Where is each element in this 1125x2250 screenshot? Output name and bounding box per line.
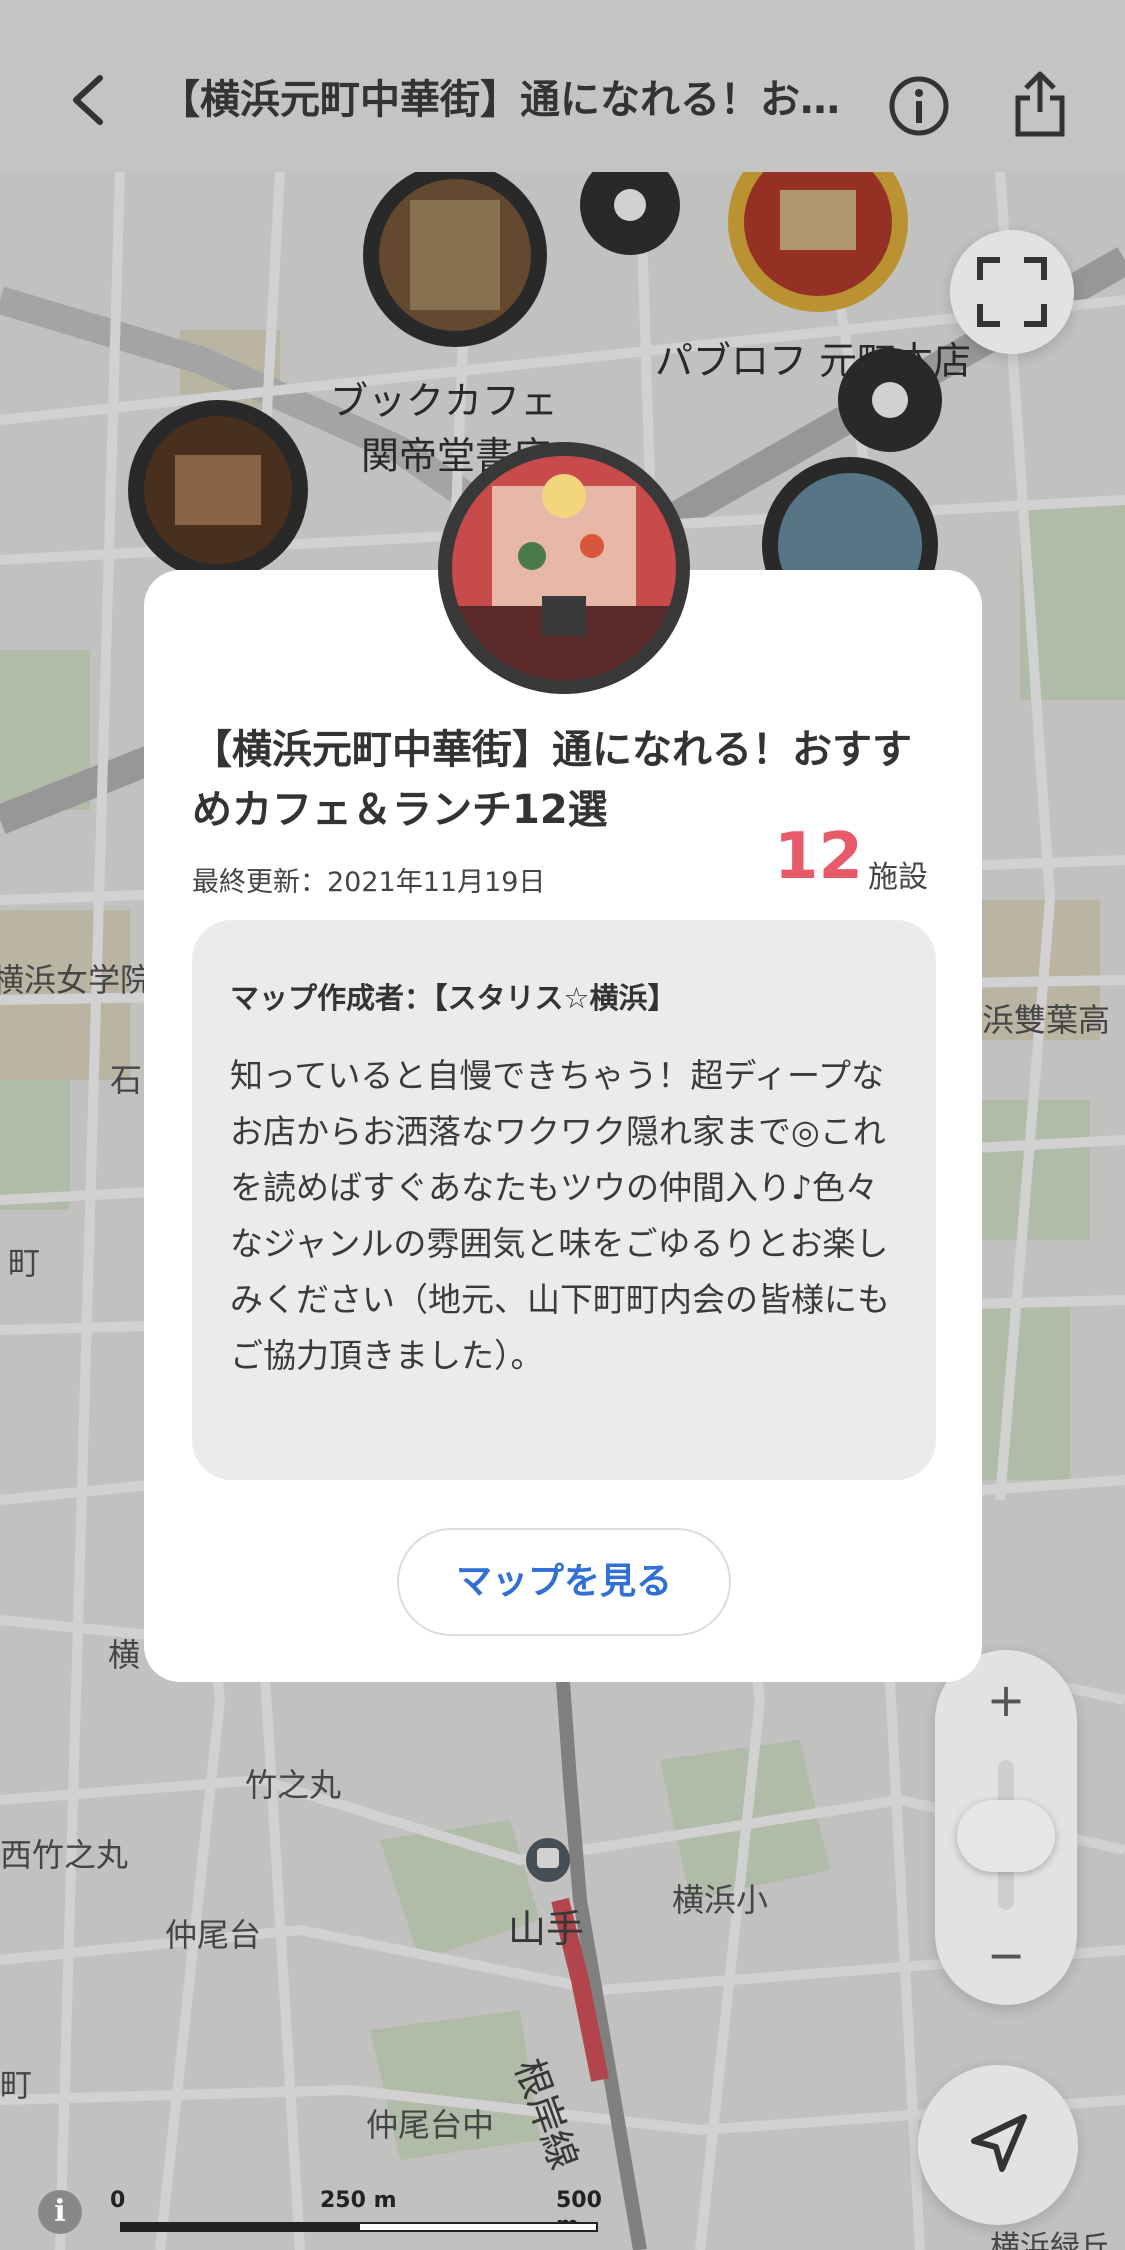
view-map-button[interactable]: マップを見る bbox=[397, 1528, 731, 1636]
map-scale-bar: 0 250 m 500 m bbox=[110, 2188, 630, 2238]
map-summary-card: 【横浜元町中華街】通になれる！おすすめカフェ＆ランチ12選 最終更新：2021年… bbox=[144, 570, 982, 1682]
current-location-button[interactable] bbox=[918, 2065, 1078, 2225]
app-header: 【横浜元町中華街】通になれる！おすすめカフェ＆ランチ12選 bbox=[0, 0, 1125, 172]
last-updated-text: 最終更新：2021年11月19日 bbox=[192, 867, 546, 898]
info-icon[interactable] bbox=[888, 75, 950, 137]
map-cover-image bbox=[452, 456, 676, 680]
zoom-control[interactable]: + − bbox=[935, 1650, 1077, 2005]
facility-count-unit: 施設 bbox=[868, 860, 928, 895]
navigation-arrow-icon bbox=[971, 2114, 1027, 2172]
map-attribution-info-icon[interactable]: i bbox=[38, 2190, 82, 2234]
fullscreen-icon bbox=[977, 257, 1047, 327]
map-description: 知っていると自慢できちゃう！超ディープなお店からお洒落なワクワク隠れ家まで◎これ… bbox=[230, 1056, 890, 1375]
zoom-out-button[interactable]: − bbox=[935, 1925, 1077, 1985]
scale-label-mid: 250 m bbox=[320, 2188, 397, 2213]
back-chevron-icon[interactable] bbox=[60, 70, 120, 130]
scale-label-zero: 0 bbox=[110, 2188, 126, 2213]
page-title: 【横浜元町中華街】通になれる！おすすめカフェ＆ランチ12選 bbox=[160, 77, 870, 123]
map-author: マップ作成者：【スタリス☆横浜】 bbox=[230, 981, 677, 1015]
fullscreen-button[interactable] bbox=[950, 230, 1074, 354]
zoom-slider-handle[interactable] bbox=[957, 1800, 1055, 1872]
map-cover-avatar bbox=[438, 442, 690, 694]
facility-count: 12 bbox=[774, 820, 864, 894]
share-icon[interactable] bbox=[1012, 68, 1068, 140]
description-box: マップ作成者：【スタリス☆横浜】 知っていると自慢できちゃう！超ディープなお店か… bbox=[192, 920, 936, 1480]
scale-bar-line bbox=[120, 2222, 598, 2232]
